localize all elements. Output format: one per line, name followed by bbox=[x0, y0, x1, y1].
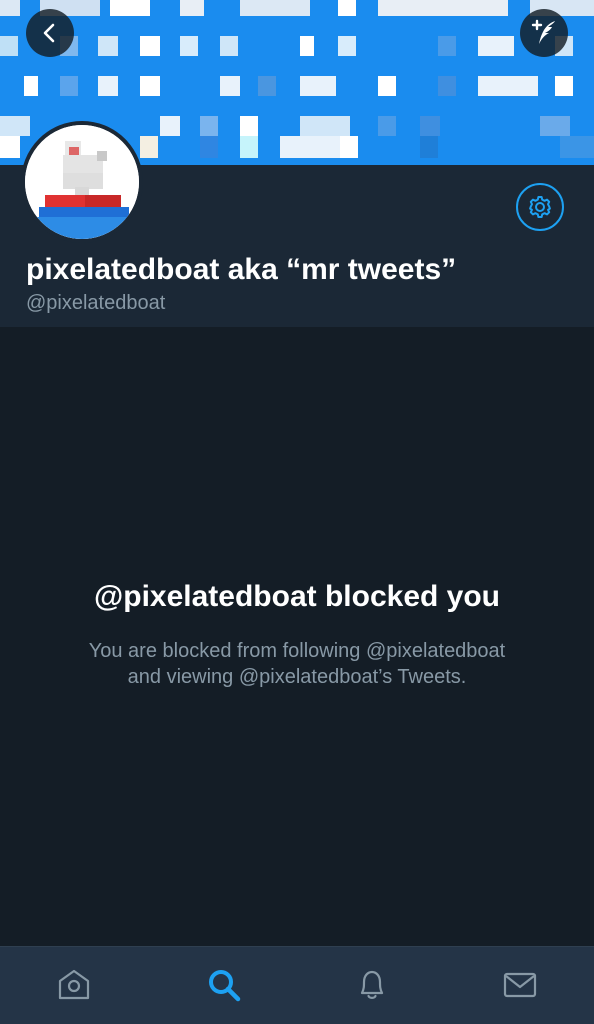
compose-tweet-button[interactable] bbox=[520, 9, 568, 57]
banner-pixel-block bbox=[110, 0, 150, 16]
banner-pixel-block bbox=[140, 36, 160, 56]
banner-pixel-block bbox=[0, 136, 20, 158]
blocked-title: @pixelatedboat blocked you bbox=[94, 580, 500, 613]
banner-pixel-block bbox=[300, 116, 350, 136]
banner-pixel-block bbox=[280, 136, 340, 158]
banner-pixel-block bbox=[0, 0, 20, 16]
banner-pixel-block bbox=[98, 76, 118, 96]
banner-pixel-block bbox=[220, 76, 240, 96]
banner-pixel-block bbox=[438, 36, 456, 56]
banner-pixel-block bbox=[240, 116, 258, 136]
banner-pixel-block bbox=[478, 36, 514, 56]
banner-pixel-block bbox=[0, 36, 18, 56]
banner-pixel-block bbox=[220, 36, 238, 56]
banner-pixel-block bbox=[200, 116, 218, 136]
banner-pixel-block bbox=[240, 0, 310, 16]
back-button[interactable] bbox=[26, 9, 74, 57]
blocked-message-line-2: and viewing @pixelatedboat’s Tweets. bbox=[127, 666, 467, 688]
banner-pixel-block bbox=[300, 36, 314, 56]
banner-pixel-block bbox=[478, 76, 538, 96]
banner-pixel-block bbox=[240, 136, 258, 158]
banner-pixel-block bbox=[180, 36, 198, 56]
banner-pixel-block bbox=[420, 116, 440, 136]
banner-pixel-block bbox=[438, 76, 456, 96]
banner-pixel-block bbox=[258, 76, 276, 96]
banner-pixel-block bbox=[378, 116, 396, 136]
messages-icon bbox=[503, 972, 537, 998]
banner-pixel-block bbox=[420, 136, 438, 158]
banner-pixel-block bbox=[160, 116, 180, 136]
banner-pixel-block bbox=[60, 76, 78, 96]
banner-pixel-block bbox=[338, 0, 356, 16]
compose-tweet-icon bbox=[531, 19, 555, 44]
bottom-tab-bar bbox=[0, 946, 594, 1024]
banner-pixel-block bbox=[338, 36, 356, 56]
profile-handle: @pixelatedboat bbox=[26, 292, 166, 314]
banner-pixel-block bbox=[560, 136, 594, 158]
banner-pixel-block bbox=[140, 76, 160, 96]
banner-pixel-block bbox=[140, 136, 158, 158]
tab-messages[interactable] bbox=[500, 965, 540, 1005]
banner-pixel-block bbox=[0, 116, 30, 136]
blocked-message: You are blocked from following @pixelate… bbox=[47, 638, 547, 690]
banner-pixel-block bbox=[300, 76, 336, 96]
search-icon bbox=[209, 970, 241, 1002]
banner-pixel-block bbox=[378, 76, 396, 96]
banner-pixel-block bbox=[180, 0, 204, 16]
home-icon bbox=[58, 969, 90, 1000]
banner-pixel-block bbox=[555, 76, 573, 96]
tab-home[interactable] bbox=[54, 965, 94, 1005]
banner-pixel-block bbox=[98, 36, 118, 56]
banner-pixel-block bbox=[200, 136, 218, 158]
blocked-message-line-1: You are blocked from following @pixelate… bbox=[88, 640, 506, 662]
banner-pixel-block bbox=[540, 116, 570, 136]
banner-pixel-block bbox=[24, 76, 38, 96]
chevron-left-icon bbox=[43, 23, 55, 43]
profile-display-name: pixelatedboat aka “mr tweets” bbox=[26, 253, 457, 286]
gear-icon bbox=[529, 196, 551, 218]
tab-search[interactable] bbox=[204, 965, 244, 1005]
avatar[interactable] bbox=[21, 121, 143, 243]
banner-pixel-block bbox=[378, 0, 508, 16]
tab-notifications[interactable] bbox=[352, 965, 392, 1005]
avatar-image bbox=[25, 125, 139, 239]
profile-settings-button[interactable] bbox=[516, 183, 564, 231]
notifications-icon bbox=[360, 970, 384, 999]
banner-pixel-block bbox=[340, 136, 358, 158]
